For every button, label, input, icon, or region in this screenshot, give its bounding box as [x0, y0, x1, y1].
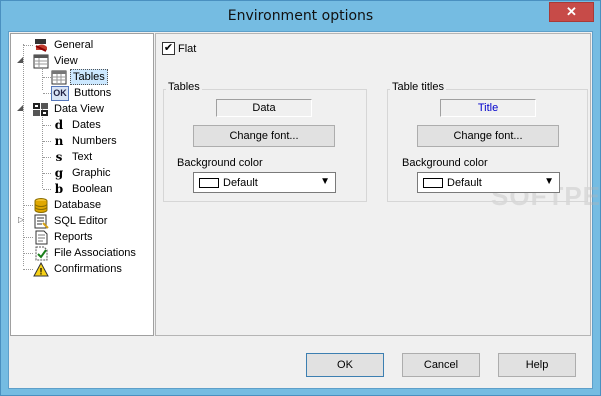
- tree-item-graphic[interactable]: g Graphic: [43, 165, 113, 181]
- dialog-client: General ◢ View Tables OK Buttons ◢ Data …: [8, 31, 601, 389]
- collapse-icon[interactable]: ◢: [17, 103, 23, 112]
- tables-change-font-button[interactable]: Change font...: [193, 125, 335, 147]
- tree-item-reports[interactable]: Reports: [21, 229, 95, 245]
- sql-editor-icon: [33, 214, 49, 229]
- close-icon: ✕: [566, 4, 577, 19]
- flat-checkbox[interactable]: ✔: [162, 42, 175, 55]
- tree-item-sql-editor[interactable]: ▷ SQL Editor: [18, 213, 109, 229]
- expand-icon[interactable]: ▷: [18, 215, 24, 224]
- tree-item-dates[interactable]: d Dates: [43, 117, 103, 133]
- text-icon: s: [55, 150, 63, 164]
- chevron-down-icon: ▼: [320, 176, 330, 187]
- reports-icon: [33, 230, 49, 245]
- environment-options-window: Environment options ✕ General ◢ View Tab…: [0, 0, 601, 396]
- view-icon: [33, 54, 49, 69]
- tree-item-database[interactable]: Database: [21, 197, 103, 213]
- options-tree[interactable]: General ◢ View Tables OK Buttons ◢ Data …: [10, 33, 154, 336]
- titles-bg-value: Default: [447, 176, 482, 189]
- flat-option[interactable]: ✔ Flat: [162, 42, 196, 55]
- tree-item-confirmations[interactable]: ! Confirmations: [21, 261, 124, 277]
- tree-item-numbers[interactable]: n Numbers: [43, 133, 119, 149]
- tables-bg-select[interactable]: Default ▼: [193, 172, 336, 193]
- tree-item-boolean[interactable]: b Boolean: [43, 181, 114, 197]
- tables-icon: [51, 70, 67, 85]
- window-title: Environment options: [227, 8, 374, 24]
- warning-icon: !: [33, 261, 49, 277]
- tree-item-text[interactable]: s Text: [43, 149, 94, 165]
- boolean-icon: b: [54, 182, 64, 196]
- dates-icon: d: [54, 118, 64, 132]
- titles-change-font-button[interactable]: Change font...: [417, 125, 559, 147]
- file-associations-icon: [33, 246, 49, 261]
- cancel-button[interactable]: Cancel: [402, 353, 480, 377]
- titles-font-sample: Title: [440, 99, 536, 117]
- close-button[interactable]: ✕: [549, 2, 594, 22]
- graphic-icon: g: [54, 166, 64, 180]
- titles-bg-label: Background color: [402, 157, 488, 169]
- tree-item-file-associations[interactable]: File Associations: [21, 245, 138, 261]
- tree-item-view[interactable]: ◢ View: [17, 53, 80, 69]
- table-titles-group-label: Table titles: [390, 81, 446, 93]
- table-titles-group: Table titles Title Change font... Backgr…: [387, 81, 588, 202]
- tables-group-label: Tables: [166, 81, 202, 93]
- color-swatch: [199, 177, 219, 188]
- tree-item-tables[interactable]: Tables: [43, 69, 108, 85]
- svg-text:!: !: [40, 266, 43, 276]
- tables-font-sample: Data: [216, 99, 312, 117]
- chevron-down-icon: ▼: [544, 176, 554, 187]
- database-icon: [33, 197, 49, 213]
- tree-item-buttons[interactable]: OK Buttons: [43, 85, 113, 101]
- titles-bg-select[interactable]: Default ▼: [417, 172, 560, 193]
- ok-buttons-icon: OK: [51, 85, 69, 101]
- numbers-icon: n: [54, 134, 64, 148]
- options-panel: ✔ Flat SOFTPEDIA Tables Data Change font…: [155, 33, 601, 336]
- tree-item-data-view[interactable]: ◢ Data View: [17, 101, 106, 117]
- color-swatch: [423, 177, 443, 188]
- flat-label: Flat: [178, 42, 197, 55]
- tables-group: Tables Data Change font... Background co…: [163, 81, 367, 202]
- general-icon: [33, 38, 49, 53]
- collapse-icon[interactable]: ◢: [17, 55, 23, 64]
- tables-bg-value: Default: [223, 176, 258, 189]
- tree-item-general[interactable]: General: [21, 37, 95, 53]
- help-button[interactable]: Help: [498, 353, 576, 377]
- tables-bg-label: Background color: [177, 157, 263, 169]
- title-bar[interactable]: Environment options ✕: [1, 1, 600, 31]
- data-view-icon: [33, 102, 49, 117]
- ok-button[interactable]: OK: [306, 353, 384, 377]
